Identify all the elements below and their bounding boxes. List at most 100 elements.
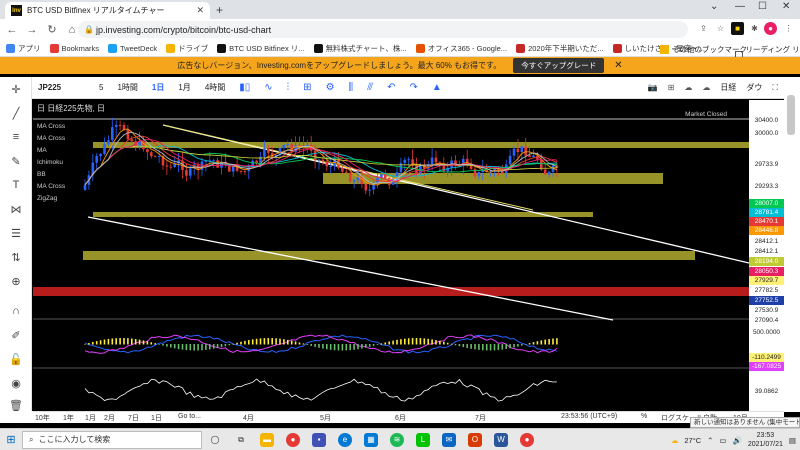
chrome-icon[interactable]: ● [520,432,534,447]
settings-gear-icon[interactable]: ⚙ [326,82,335,93]
bookmark-item[interactable]: BTC USD Bitfinex リ... [217,43,305,54]
magnet-icon[interactable]: ∩ [0,305,32,317]
network-icon[interactable]: ▭ [719,436,726,445]
chrome-icon[interactable]: ● [286,432,300,447]
price-chart[interactable]: 日 日経225先物, 日 Market Closed MA Cross MA C… [33,100,749,411]
measure-icon[interactable]: ⇅ [0,251,32,264]
edge-icon[interactable]: e [338,432,352,447]
indicator-label[interactable]: BB [37,171,46,178]
interval-1m[interactable]: 1月 [178,82,190,93]
price-axis[interactable]: 30400.0 30000.0 29733.9 29293.3 28007.0 28781… [749,100,784,411]
close-window-icon[interactable]: ✕ [782,1,790,12]
symbol-input[interactable]: JP225 [32,83,92,92]
indicators-icon[interactable]: ⫼ [349,82,354,93]
eye-icon[interactable]: ◉ [0,377,32,390]
fib-icon[interactable]: ☰ [0,227,32,240]
compare-icon[interactable]: ⊞ [303,82,311,93]
bookmark-item[interactable]: 無料株式チャート、株... [313,43,407,54]
range-button[interactable]: 10年 [35,413,50,423]
back-icon[interactable]: ← [4,24,20,36]
support-zone[interactable] [93,142,749,148]
range-button[interactable]: 1年 [63,413,74,423]
channel-lower-line[interactable] [87,216,614,321]
explorer-icon[interactable]: ▬ [260,432,274,447]
bookmark-item[interactable]: Bookmarks [49,43,99,53]
upgrade-button[interactable]: 今すぐアップグレード [513,58,605,73]
range-button[interactable]: 1月 [85,413,96,423]
pattern-icon[interactable]: ⋈ [0,203,32,216]
goto-button[interactable]: Go to... [178,413,201,420]
support-zone[interactable] [83,251,695,260]
tab-search-icon[interactable]: ⌄ [710,1,718,12]
cloud-load-icon[interactable]: ☁ [702,83,710,92]
bookmark-item[interactable]: アプリ [6,43,41,54]
brush-icon[interactable]: ✎ [0,155,32,168]
range-button[interactable]: 7日 [128,413,139,423]
word-icon[interactable]: W [494,432,508,447]
share-icon[interactable]: ⇪ [697,22,710,35]
menu-kebab-icon[interactable]: ⋮ [782,22,795,35]
maximize-icon[interactable]: ☐ [758,1,767,12]
weather-icon[interactable]: ☁ [671,436,679,445]
indicator-label[interactable]: MA Cross [37,135,65,142]
lock-icon[interactable]: 🔒 [84,25,94,34]
draw-mode-icon[interactable]: ✐ [0,329,32,342]
task-view-icon[interactable]: ◯ [208,433,222,447]
lock-drawings-icon[interactable]: 🔓 [0,353,32,366]
layout-grid-icon[interactable]: ⊞ [668,83,675,92]
text-icon[interactable]: T [0,179,32,191]
app-icon[interactable]: ▪ [312,432,326,447]
other-bookmarks[interactable]: その他のブックマーク [660,44,747,55]
camera-icon[interactable]: 📷 [648,83,658,92]
crosshair-icon[interactable]: ✛ [0,83,32,96]
percent-button[interactable]: % [641,413,647,420]
notification-icon[interactable]: ▤ [789,436,796,445]
indicator-label[interactable]: Ichimoku [37,159,63,166]
zoom-icon[interactable]: ⊕ [0,275,32,288]
new-tab-button[interactable]: + [216,3,223,17]
redo-icon[interactable]: ↷ [410,82,418,93]
dow-button[interactable]: ダウ [746,82,762,93]
profile-avatar-icon[interactable]: ● [764,22,777,35]
interval-5[interactable]: 5 [99,83,103,92]
mail-icon[interactable]: ✉ [442,432,456,447]
trendline-icon[interactable]: ╱ [0,107,32,120]
scroll-thumb[interactable] [787,95,795,135]
indicator-label[interactable]: MA Cross [37,123,65,130]
url-bar[interactable]: 🔒 jp.investing.com/crypto/bitcoin/btc-us… [78,21,688,38]
chart-canvas[interactable] [33,100,749,411]
bar-type-icon[interactable]: ⫶ [287,82,290,93]
range-button[interactable]: 1日 [151,413,162,423]
task-switch-icon[interactable]: ⧉ [234,433,248,447]
bookmark-item[interactable]: ドライブ [166,43,208,54]
browser-tab[interactable]: Inv BTC USD Bitfinex リアルタイムチャー ✕ [5,2,210,19]
undo-icon[interactable]: ↶ [387,82,395,93]
right-scrollbar[interactable] [784,77,800,412]
indicator-label[interactable]: MA Cross [37,183,65,190]
cloud-save-icon[interactable]: ☁ [684,83,692,92]
indicator-label[interactable]: ZigZag [37,195,57,202]
spotify-icon[interactable]: ≋ [390,432,404,447]
close-tab-icon[interactable]: ✕ [196,5,204,16]
nikkei-button[interactable]: 日経 [720,82,736,93]
minimize-icon[interactable]: — [735,1,745,12]
templates-icon[interactable]: ⫻ [367,82,373,93]
fullscreen-icon[interactable]: ⛶ [772,83,778,93]
candles-icon[interactable]: ▮▯ [239,82,250,93]
bookmark-item[interactable]: 2020年下半期いただ... [516,43,604,54]
interval-4h[interactable]: 4時間 [205,82,225,93]
horizontal-lines-icon[interactable]: ≡ [0,131,32,143]
alert-icon[interactable]: ▲ [432,82,442,93]
clock[interactable]: 23:53 2021/07/21 [748,431,783,449]
interval-1d[interactable]: 1日 [152,82,164,93]
volume-icon[interactable]: 🔊 [733,436,742,445]
weather-text[interactable]: 27°C [684,436,701,445]
time-axis[interactable]: 10年 1年 1月 2月 7日 1日 Go to... 4月 5月 6月 7月 … [33,411,784,423]
reload-icon[interactable]: ↻ [44,23,60,36]
bookmark-item[interactable]: TweetDeck [108,43,157,53]
taskbar-search[interactable]: ⌕ ここに入力して検索 [22,430,202,449]
office-icon[interactable]: O [468,432,482,447]
support-zone[interactable] [93,212,593,217]
forward-icon[interactable]: → [24,24,40,36]
line-chart-icon[interactable]: ∿ [264,82,272,93]
